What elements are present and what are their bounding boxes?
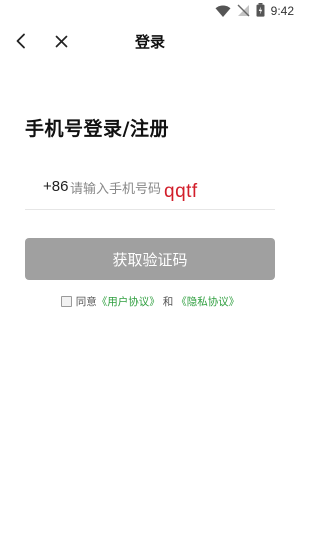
battery-icon xyxy=(256,2,265,21)
get-verification-code-button[interactable]: 获取验证码 xyxy=(25,238,275,280)
privacy-policy-link[interactable]: 《隐私协议》 xyxy=(176,294,239,309)
login-heading: 手机号登录/注册 xyxy=(25,118,169,140)
handwritten-annotation: qqtf xyxy=(164,181,198,202)
page-title: 登录 xyxy=(134,33,165,51)
agreement-checkbox[interactable] xyxy=(60,295,72,307)
agreement-and: 和 xyxy=(162,295,174,308)
phone-input-row: +86 xyxy=(25,172,275,210)
agreement-prefix: 同意 xyxy=(75,295,97,308)
user-agreement-link[interactable]: 《用户协议》 xyxy=(97,294,160,309)
no-signal-icon xyxy=(237,2,250,21)
wifi-icon xyxy=(215,2,231,21)
country-code[interactable]: +86 xyxy=(43,178,68,195)
nav-bar: 登录 xyxy=(0,22,300,60)
status-icons: 9:42 xyxy=(215,2,294,21)
agreement-row: 同意 《用户协议》 和 《隐私协议》 xyxy=(0,293,300,309)
status-time: 9:42 xyxy=(270,4,294,18)
status-bar: 9:42 xyxy=(0,0,300,22)
